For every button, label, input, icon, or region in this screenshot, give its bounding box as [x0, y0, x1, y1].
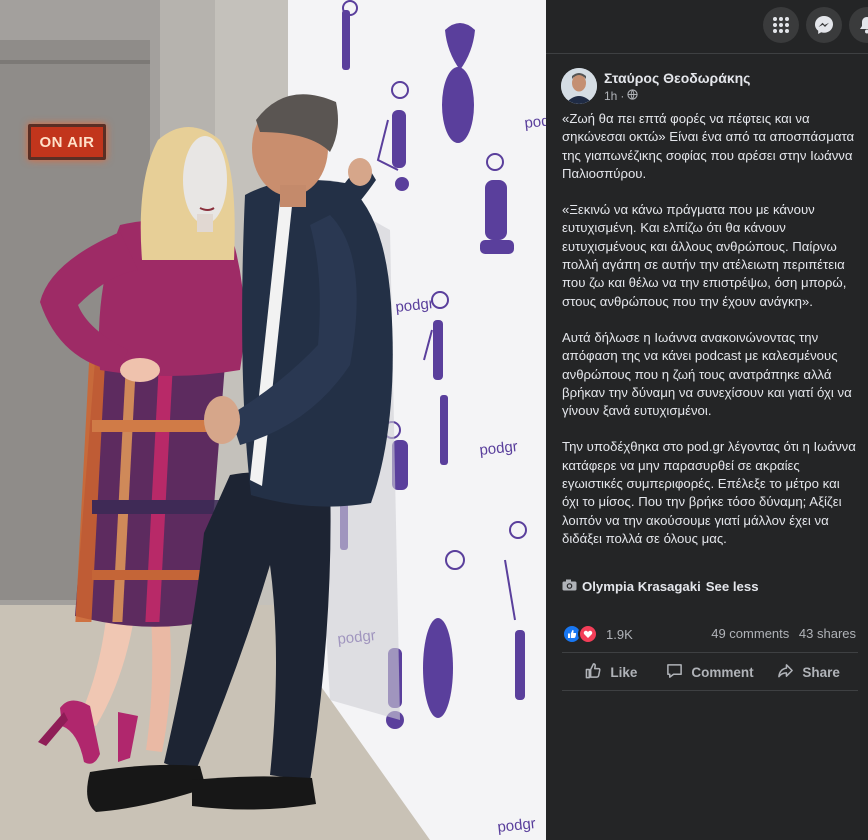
notifications-icon[interactable] [849, 7, 868, 43]
photo-credit-name[interactable]: Olympia Krasagaki [582, 579, 701, 594]
author-name[interactable]: Σταύρος Θεοδωράκης [604, 70, 750, 86]
shares-count[interactable]: 43 shares [799, 626, 856, 641]
reactions-divider [562, 652, 858, 653]
reaction-count: 1.9K [606, 626, 633, 642]
top-divider [546, 53, 868, 54]
on-air-sign-text: ON AIR [39, 133, 95, 151]
post-paragraph: Αυτά δήλωσε η Ιωάννα ανακοινώνοντας την … [562, 329, 852, 419]
avatar[interactable] [561, 68, 597, 104]
like-button[interactable]: Like [562, 656, 661, 688]
post-actions: Like Comment Share [562, 656, 858, 688]
post-paragraph: «Ζωή θα πει επτά φορές να πέφτεις και να… [562, 111, 855, 181]
on-air-sign: ON AIR [28, 124, 106, 160]
public-globe-icon[interactable] [627, 89, 638, 103]
post-time[interactable]: 1h [604, 89, 617, 103]
share-icon [777, 662, 794, 682]
actions-divider [562, 690, 858, 691]
share-button[interactable]: Share [759, 656, 858, 688]
comments-count[interactable]: 49 comments [711, 626, 789, 641]
camera-icon [562, 579, 577, 594]
engagement-stats: 49 comments 43 shares [705, 626, 856, 641]
top-bar [546, 0, 868, 48]
post-paragraph: «Ξεκινώ να κάνω πράγματα που με κάνουν ε… [562, 202, 847, 309]
thumbs-up-icon [585, 662, 602, 682]
post-photo[interactable]: pod podgr podgr podgr podgr [0, 0, 546, 840]
post-paragraph: Την υποδέχθηκα στο pod.gr λέγοντας ότι η… [562, 439, 856, 546]
svg-text:pod: pod [524, 112, 546, 132]
comment-icon [666, 662, 683, 682]
meta-separator: · [620, 89, 625, 103]
photo-credit: Olympia Krasagaki See less [562, 579, 759, 594]
see-less-link[interactable]: See less [706, 579, 759, 594]
comment-label: Comment [691, 664, 754, 680]
like-label: Like [610, 664, 638, 680]
share-label: Share [802, 664, 840, 680]
grid-menu-icon[interactable] [763, 7, 799, 43]
post-text: «Ζωή θα πει επτά φορές να πέφτεις και να… [562, 110, 858, 566]
reactions-summary[interactable]: 1.9K [562, 624, 633, 644]
messenger-icon[interactable] [806, 7, 842, 43]
love-reaction-icon [578, 624, 598, 644]
post-meta: 1h · [604, 89, 638, 103]
comment-button[interactable]: Comment [661, 656, 760, 688]
